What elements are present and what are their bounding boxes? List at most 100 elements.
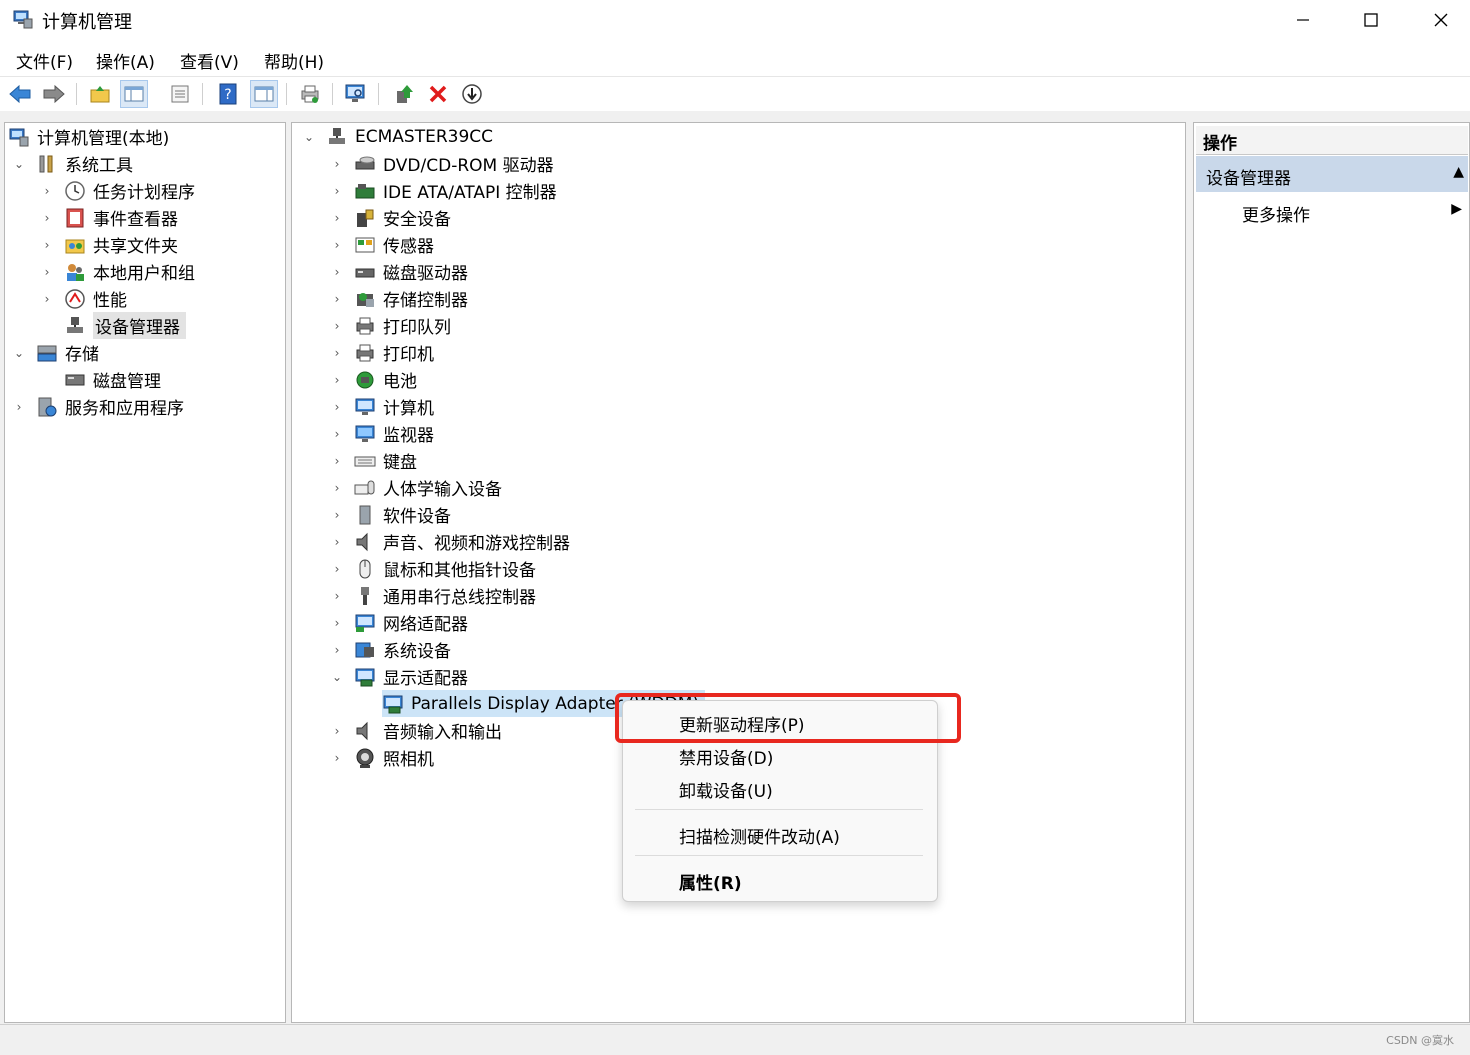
device-category[interactable]: › 计算机 [330, 393, 434, 420]
chevron-right-icon[interactable]: › [40, 238, 54, 252]
device-category[interactable]: › 人体学输入设备 [330, 474, 502, 501]
actions-section-device-manager[interactable]: 设备管理器 ▲ [1196, 156, 1468, 192]
print-queue-icon [354, 315, 376, 337]
tree-item[interactable]: ⌄ 存储 [12, 339, 99, 366]
menu-help[interactable]: 帮助(H) [264, 48, 324, 73]
chevron-right-icon[interactable]: › [330, 238, 344, 252]
device-category[interactable]: › IDE ATA/ATAPI 控制器 [330, 177, 557, 204]
device-category[interactable]: › 通用串行总线控制器 [330, 582, 536, 609]
tree-item[interactable]: › 任务计划程序 [40, 177, 195, 204]
device-category[interactable]: › 软件设备 [330, 501, 451, 528]
device-category[interactable]: › 键盘 [330, 447, 417, 474]
scan-hardware-icon[interactable] [342, 80, 370, 108]
device-category[interactable]: › 鼠标和其他指针设备 [330, 555, 536, 582]
forward-icon[interactable] [40, 80, 68, 108]
chevron-right-icon[interactable]: › [40, 265, 54, 279]
chevron-down-icon[interactable]: ⌄ [12, 346, 26, 360]
highlight-annotation [615, 693, 961, 743]
uninstall-icon[interactable] [424, 80, 452, 108]
chevron-right-icon[interactable]: › [40, 184, 54, 198]
chevron-right-icon[interactable]: › [330, 481, 344, 495]
chevron-right-icon[interactable]: › [330, 292, 344, 306]
chevron-right-icon[interactable]: › [330, 616, 344, 630]
update-driver-icon[interactable] [390, 80, 418, 108]
menu-file[interactable]: 文件(F) [16, 48, 73, 73]
tree-item-label: 磁盘管理 [93, 372, 161, 392]
tree-item[interactable]: › 服务和应用程序 [12, 393, 184, 420]
device-category[interactable]: › 网络适配器 [330, 609, 468, 636]
chevron-right-icon[interactable]: › [330, 157, 344, 171]
device-category[interactable]: › 传感器 [330, 231, 434, 258]
device-category[interactable]: › 安全设备 [330, 204, 451, 231]
device-category[interactable]: ⌄ 显示适配器 [330, 663, 468, 690]
chevron-right-icon[interactable]: › [330, 535, 344, 549]
chevron-right-icon[interactable]: › [330, 589, 344, 603]
chevron-right-icon[interactable]: › [12, 400, 26, 414]
enable-device-icon[interactable] [458, 80, 486, 108]
show-hide-tree-icon[interactable] [120, 80, 148, 108]
chevron-right-icon[interactable]: › [330, 454, 344, 468]
action-pane-icon[interactable] [250, 80, 278, 108]
device-category[interactable]: › 监视器 [330, 420, 434, 447]
device-category[interactable]: › 系统设备 [330, 636, 451, 663]
chevron-right-icon[interactable]: › [330, 643, 344, 657]
properties-icon[interactable] [166, 80, 194, 108]
battery-icon [354, 369, 376, 391]
tree-item[interactable]: 磁盘管理 [40, 366, 161, 393]
chevron-right-icon[interactable]: › [330, 562, 344, 576]
menu-disable-device[interactable]: 禁用设备(D) [679, 744, 773, 769]
device-category[interactable]: › 存储控制器 [330, 285, 468, 312]
collapse-icon[interactable]: ▲ [1453, 164, 1464, 180]
tree-item[interactable]: 设备管理器 [40, 312, 186, 339]
menu-view[interactable]: 查看(V) [180, 48, 239, 73]
device-category[interactable]: › DVD/CD-ROM 驱动器 [330, 150, 554, 177]
device-category[interactable]: › 音频输入和输出 [330, 717, 502, 744]
tree-item[interactable]: › 共享文件夹 [40, 231, 178, 258]
chevron-right-icon[interactable]: › [330, 508, 344, 522]
storage-controller-icon [354, 288, 376, 310]
print-icon[interactable] [296, 80, 324, 108]
chevron-right-icon[interactable]: › [330, 373, 344, 387]
chevron-right-icon[interactable]: › [330, 211, 344, 225]
close-button[interactable] [1406, 0, 1470, 40]
tree-item-label: 任务计划程序 [93, 183, 195, 203]
usb-icon [354, 585, 376, 607]
help-icon[interactable]: ? [214, 80, 242, 108]
maximize-button[interactable] [1336, 0, 1406, 40]
device-category[interactable]: › 磁盘驱动器 [330, 258, 468, 285]
chevron-right-icon[interactable]: › [330, 184, 344, 198]
chevron-right-icon[interactable]: › [330, 751, 344, 765]
device-category[interactable]: › 照相机 [330, 744, 434, 771]
tree-item[interactable]: › 本地用户和组 [40, 258, 195, 285]
minimize-button[interactable] [1268, 0, 1338, 40]
chevron-down-icon[interactable]: ⌄ [330, 670, 344, 684]
back-icon[interactable] [6, 80, 34, 108]
menu-scan-hardware[interactable]: 扫描检测硬件改动(A) [679, 823, 840, 848]
tree-item[interactable]: › 事件查看器 [40, 204, 178, 231]
audio-io-icon [354, 720, 376, 742]
menu-action[interactable]: 操作(A) [96, 48, 155, 73]
chevron-right-icon[interactable]: › [330, 400, 344, 414]
chevron-right-icon[interactable]: › [330, 724, 344, 738]
device-category[interactable]: › 声音、视频和游戏控制器 [330, 528, 570, 555]
chevron-right-icon[interactable]: › [40, 292, 54, 306]
device-category[interactable]: › 电池 [330, 366, 417, 393]
chevron-right-icon[interactable]: › [330, 427, 344, 441]
device-category[interactable]: › 打印队列 [330, 312, 451, 339]
chevron-right-icon[interactable]: › [330, 319, 344, 333]
device-tree-root[interactable]: ⌄ ECMASTER39CC [302, 123, 493, 150]
tree-item[interactable]: › 性能 [40, 285, 127, 312]
device-label: 通用串行总线控制器 [383, 588, 536, 608]
chevron-down-icon[interactable]: ⌄ [12, 157, 26, 171]
chevron-right-icon[interactable]: › [330, 265, 344, 279]
tree-item[interactable]: ⌄ 系统工具 [12, 150, 133, 177]
menu-uninstall-device[interactable]: 卸载设备(U) [679, 777, 773, 802]
chevron-right-icon[interactable]: › [330, 346, 344, 360]
chevron-down-icon[interactable]: ⌄ [302, 130, 316, 144]
device-category[interactable]: › 打印机 [330, 339, 434, 366]
more-actions-item[interactable]: 更多操作 ▶ [1196, 196, 1468, 228]
up-folder-icon[interactable] [86, 80, 114, 108]
menu-properties[interactable]: 属性(R) [679, 869, 742, 894]
chevron-right-icon[interactable]: › [40, 211, 54, 225]
tree-item[interactable]: 计算机管理(本地) [8, 123, 169, 150]
